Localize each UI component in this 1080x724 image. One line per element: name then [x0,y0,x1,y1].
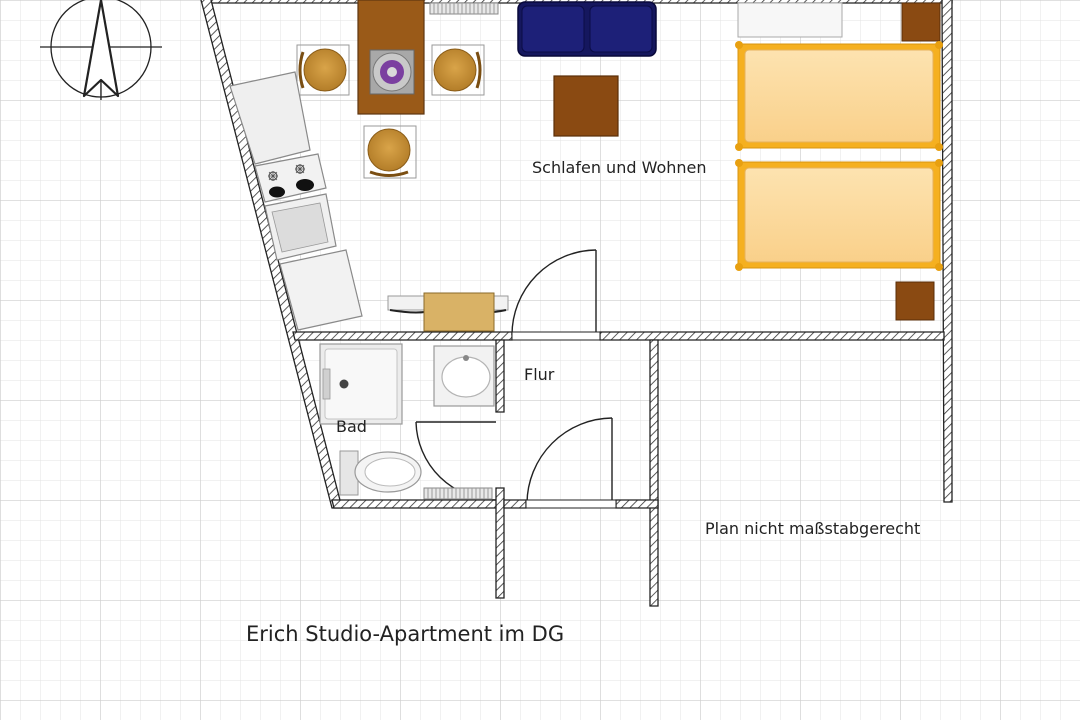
wall-hall-bottom-right [615,499,659,509]
wall-bath-bottom [331,499,499,509]
wall-right [941,0,953,503]
scale-note: Plan nicht maßstabgerecht [705,519,920,538]
wall-bath-hall-lower [495,487,505,599]
room-label-living: Schlafen und Wohnen [532,158,707,177]
washbasin [433,345,495,407]
coffee-table [553,75,619,137]
sofa [517,1,657,57]
wall-hall-bottom-left [503,499,527,509]
nightstand-bottom [895,281,935,321]
nightstand-top [901,2,941,42]
bed-upper [735,41,943,151]
shower-tray [319,343,403,425]
room-label-hall: Flur [524,365,555,384]
floor-plan: Schlafen und Wohnen Flur Bad Plan nicht … [0,0,1080,720]
room-label-bath: Bad [336,417,367,436]
plan-title: Erich Studio-Apartment im DG [246,622,564,646]
wall-middle-right [599,331,945,341]
radiator-top [429,2,499,15]
tv-cabinet [737,2,843,38]
wall-hall-right [649,339,659,607]
bed-lower [735,159,943,271]
floor-plan-svg: Schlafen und Wohnen Flur Bad Plan nicht … [0,0,1080,720]
wall-middle-left [292,331,513,341]
radiator-bath [423,487,493,500]
wall-bath-hall [495,339,505,413]
